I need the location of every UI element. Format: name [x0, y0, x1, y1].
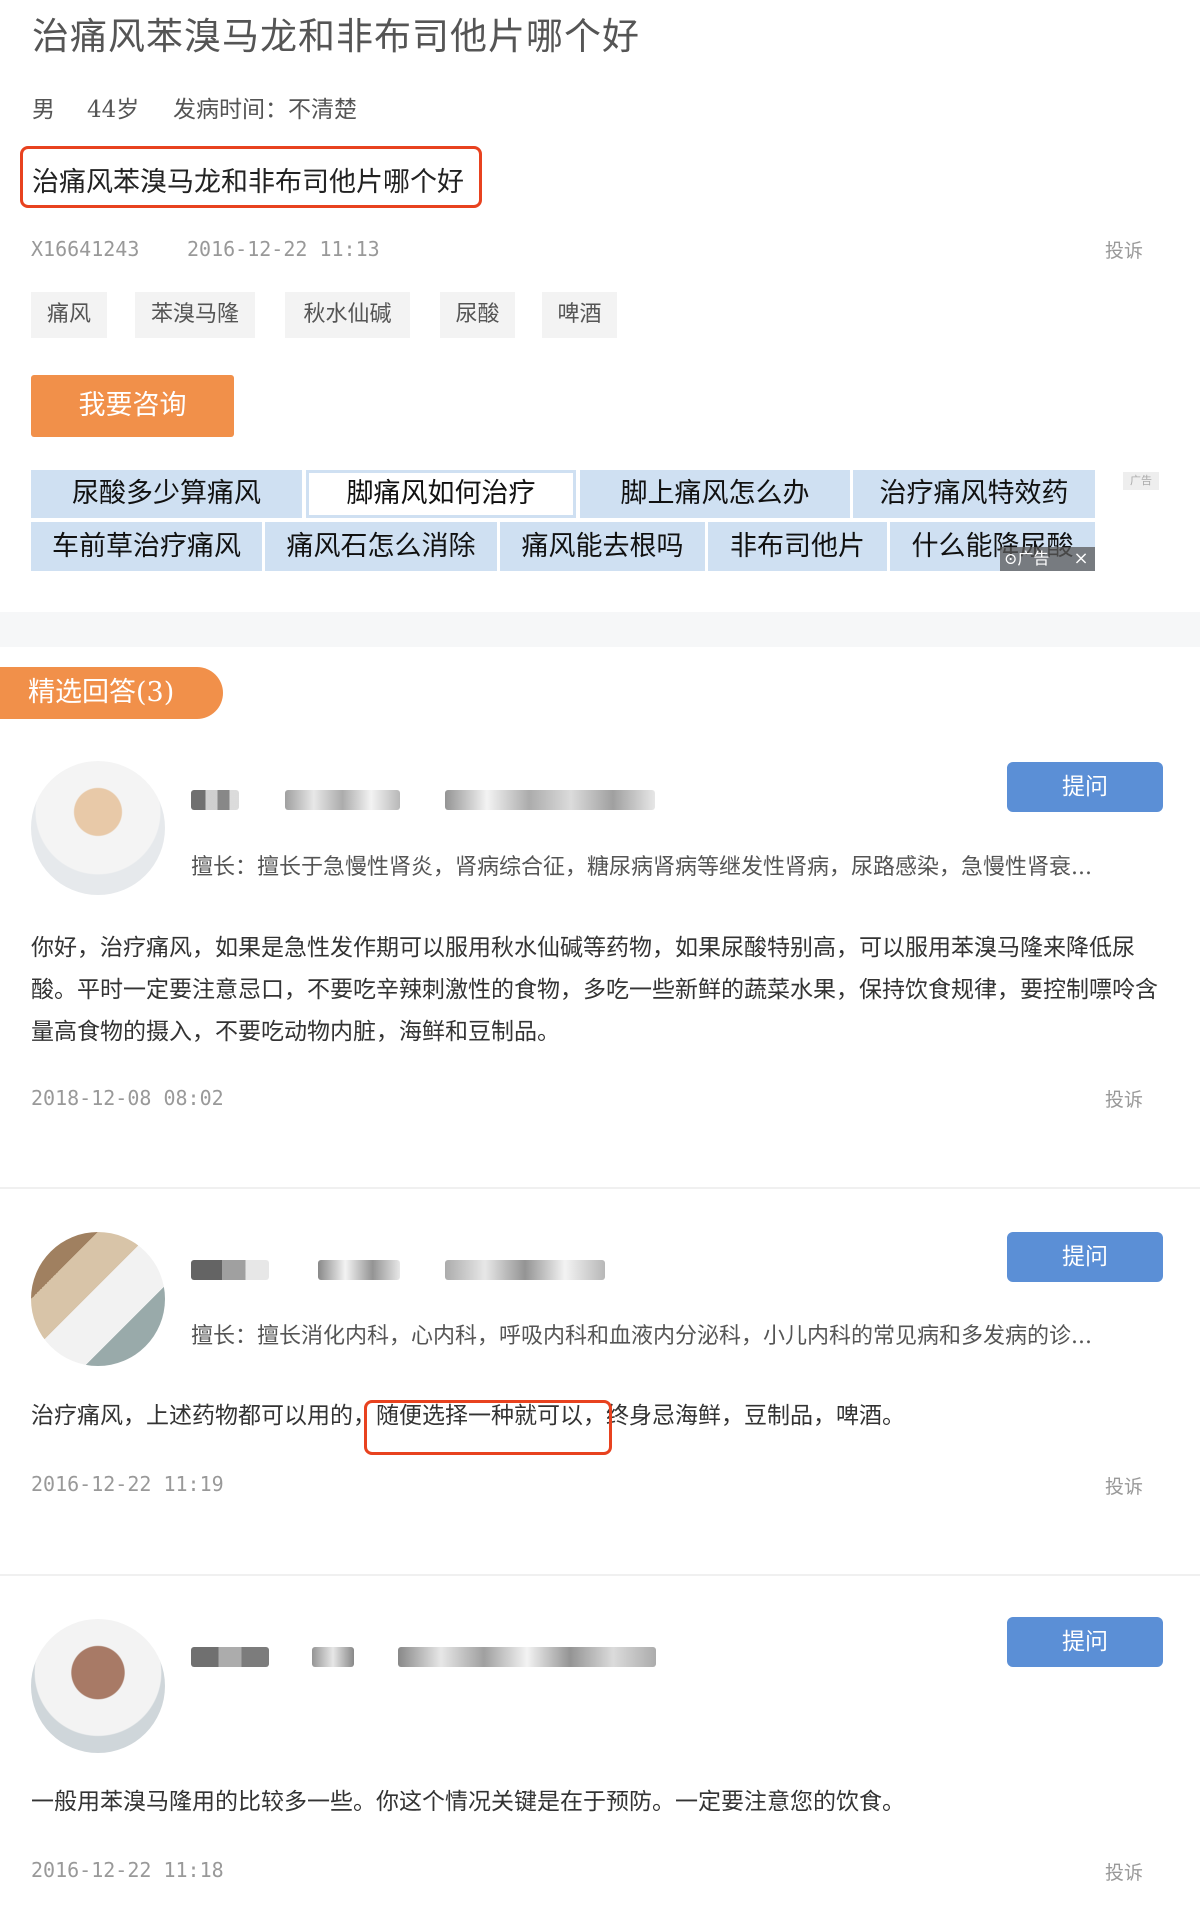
section-separator [0, 612, 1200, 647]
answer-highlight-box [364, 1400, 612, 1455]
tag-colchicine[interactable]: 秋水仙碱 [285, 292, 410, 338]
patient-age: 44岁 [87, 97, 140, 123]
doctor-title-blurred [318, 1260, 400, 1280]
answer-complain-link[interactable]: 投诉 [1105, 1472, 1143, 1499]
doctor-avatar[interactable] [31, 1232, 165, 1366]
doctor-hospital-blurred [398, 1647, 656, 1667]
ad-link-8[interactable]: 非布司他片 [708, 522, 887, 571]
question-title: 治痛风苯溴马龙和非布司他片哪个好 [32, 15, 640, 58]
onset-time: 发病时间：不清楚 [173, 97, 357, 123]
question-text: 治痛风苯溴马龙和非布司他片哪个好 [32, 167, 464, 198]
doctor-specialty: 擅长：擅长消化内科，心内科，呼吸内科和血液内分泌科，小儿内科的常见病和多发病的诊… [191, 1324, 1092, 1349]
answers-header: 精选回答(3) [0, 667, 223, 719]
doctor-specialty: 擅长：擅长于急慢性肾炎，肾病综合征，糖尿病肾病等继发性肾病，尿路感染，急慢性肾衰… [191, 855, 1092, 880]
doctor-hospital-blurred [445, 1260, 605, 1280]
question-complain-link[interactable]: 投诉 [1105, 236, 1143, 263]
doctor-name-blurred [191, 1647, 269, 1667]
answer-date: 2018-12-08 08:02 [31, 1086, 224, 1110]
ask-button[interactable]: 提问 [1007, 762, 1163, 812]
ad-label: 广告 [1123, 472, 1159, 490]
ad-link-1[interactable]: 尿酸多少算痛风 [31, 470, 302, 518]
doctor-title-blurred [312, 1647, 354, 1667]
answer-divider [0, 1187, 1200, 1189]
question-time: 2016-12-22 11:13 [187, 237, 380, 261]
tag-beer[interactable]: 啤酒 [542, 292, 617, 338]
answer-complain-link[interactable]: 投诉 [1105, 1858, 1143, 1885]
doctor-name-blurred [191, 790, 239, 810]
doctor-avatar[interactable] [31, 1619, 165, 1753]
ask-button[interactable]: 提问 [1007, 1232, 1163, 1282]
tag-benzbromarone[interactable]: 苯溴马隆 [135, 292, 255, 338]
doctor-name-blurred [191, 1260, 269, 1280]
answer-complain-link[interactable]: 投诉 [1105, 1085, 1143, 1112]
doctor-avatar[interactable] [31, 761, 165, 895]
tag-gout[interactable]: 痛风 [31, 292, 107, 338]
answer-date: 2016-12-22 11:19 [31, 1472, 224, 1496]
ad-link-7[interactable]: 痛风能去根吗 [500, 522, 705, 571]
answer-text: 你好，治疗痛风，如果是急性发作期可以服用秋水仙碱等药物，如果尿酸特别高，可以服用… [31, 935, 1158, 1045]
answer-date: 2016-12-22 11:18 [31, 1858, 224, 1882]
ad-link-3[interactable]: 脚上痛风怎么办 [580, 470, 850, 518]
ad-link-2[interactable]: 脚痛风如何治疗 [306, 470, 576, 518]
ad-link-5[interactable]: 车前草治疗痛风 [31, 522, 262, 571]
ad-link-4[interactable]: 治疗痛风特效药 [853, 470, 1095, 518]
doctor-hospital-blurred [445, 790, 655, 810]
answer-divider [0, 1574, 1200, 1576]
ad-link-6[interactable]: 痛风石怎么消除 [265, 522, 497, 571]
consult-button[interactable]: 我要咨询 [31, 375, 234, 437]
question-user-id: X16641243 [31, 237, 140, 261]
ask-button[interactable]: 提问 [1007, 1617, 1163, 1667]
answer-text: 一般用苯溴马隆用的比较多一些。你这个情况关键是在于预防。一定要注意您的饮食。 [31, 1789, 905, 1815]
patient-gender: 男 [32, 97, 55, 123]
ad-close-icon[interactable]: × [1068, 547, 1094, 571]
doctor-title-blurred [285, 790, 400, 810]
tag-uric-acid[interactable]: 尿酸 [440, 292, 515, 338]
